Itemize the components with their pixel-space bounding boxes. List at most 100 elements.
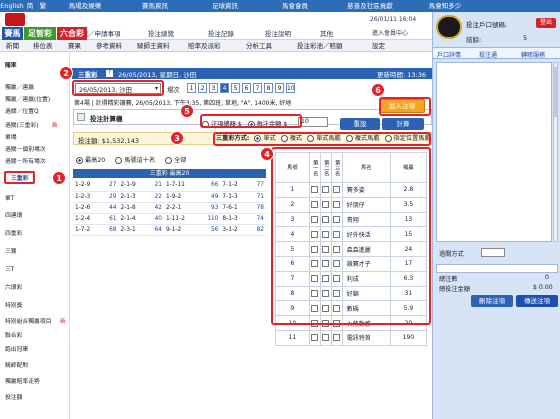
sidebar-item-trifecta[interactable]: 三重彩 — [4, 171, 36, 184]
odds-value[interactable]: 27 — [101, 180, 119, 192]
sidebar-item[interactable]: 單T — [5, 193, 14, 202]
member-link[interactable]: 進入會員中心 — [372, 28, 408, 37]
race-tab[interactable]: 9 — [275, 83, 284, 93]
sidebar-item[interactable]: 過關－所有場次 — [5, 156, 46, 165]
subnav-settings[interactable]: 設定 — [372, 40, 385, 52]
odds-value[interactable]: 82 — [249, 224, 266, 236]
race-tab[interactable]: 10 — [286, 83, 295, 93]
topnav-item[interactable]: 足球資訊 — [190, 0, 260, 12]
odds-value[interactable]: 110 — [198, 213, 221, 225]
topnav-item[interactable]: 馬會知多少 — [410, 0, 480, 12]
subnav-results[interactable]: 賽果 — [68, 40, 81, 52]
race-tab[interactable]: 3 — [209, 83, 218, 93]
help-icon[interactable]: ? — [106, 70, 113, 77]
subnav-tools[interactable]: 分析工具 — [246, 40, 272, 52]
header-link[interactable]: 其他 — [320, 28, 333, 38]
odds-value[interactable]: 21 — [147, 180, 164, 192]
odds-value[interactable]: 71 — [249, 191, 266, 203]
odds-value[interactable]: 66 — [198, 180, 221, 192]
sidebar-item[interactable]: 獨贏／連贏(位置) — [5, 94, 50, 103]
view-radio[interactable] — [165, 156, 173, 164]
odds-value[interactable]: 29 — [101, 191, 119, 203]
odds-value[interactable]: 68 — [101, 224, 119, 236]
odds-value[interactable]: 77 — [249, 180, 266, 192]
topnav-item[interactable]: 馬場及娛樂 — [50, 0, 120, 12]
transfer-link[interactable]: 轉賬服務 — [521, 50, 545, 59]
position-checkbox[interactable] — [311, 334, 319, 342]
odds-value[interactable]: 93 — [198, 202, 221, 214]
sidebar-item[interactable]: 三T — [5, 264, 14, 273]
view-radio[interactable] — [76, 156, 83, 164]
lang-sc[interactable]: 简 — [24, 0, 36, 12]
lang-english[interactable]: English — [0, 0, 24, 12]
subnav-news[interactable]: 新聞 — [6, 40, 19, 52]
topnav-item[interactable]: 慈善及社區貢獻 — [330, 0, 410, 12]
header-link[interactable]: 投注記錄 — [208, 28, 234, 38]
odds-value[interactable]: 74 — [249, 213, 266, 225]
odds-value[interactable]: 42 — [147, 202, 164, 214]
topnav-item[interactable]: 馬會會員 — [260, 0, 330, 12]
sidebar-item[interactable]: 六環彩 — [5, 282, 22, 291]
race-tab[interactable]: 8 — [264, 83, 273, 93]
sidebar-item[interactable]: 過關(三重彩) — [5, 120, 39, 129]
lang-tc[interactable]: 繁 — [36, 0, 50, 12]
multi-select[interactable] — [481, 248, 505, 257]
brand-horse-racing[interactable]: 賽馬 — [2, 27, 23, 40]
sidebar-item[interactable]: 騎師配對 — [5, 360, 28, 369]
sidebar-item[interactable]: 三寶 — [5, 246, 17, 255]
unit-amount-row[interactable] — [436, 264, 558, 273]
header-link[interactable]: 投注總覽 — [148, 28, 174, 38]
sidebar-item[interactable]: 四重彩 — [5, 228, 22, 237]
view-radio[interactable] — [115, 156, 123, 164]
account-detail-link[interactable]: 戶口詳情 — [437, 50, 461, 59]
sidebar-item[interactable]: 特別組合獨贏項目 — [5, 316, 51, 325]
sidebar-item[interactable]: 聯合彩 — [5, 330, 22, 339]
subnav-pools[interactable]: 投注彩池／賠額 — [297, 40, 343, 52]
sidebar-item[interactable]: 特別獎 — [5, 300, 22, 309]
position-checkbox-cell — [308, 329, 321, 346]
odds-value[interactable]: 78 — [249, 202, 266, 214]
scrollbar[interactable] — [553, 62, 558, 242]
position-checkbox[interactable] — [322, 334, 330, 342]
reset-button[interactable]: 重設 — [340, 118, 380, 130]
amount-input[interactable]: 10 — [298, 117, 328, 127]
odds-value[interactable]: 44 — [101, 202, 119, 214]
betslip-list[interactable] — [436, 62, 552, 242]
datetime: 26/01/11 16:04 — [370, 16, 417, 23]
calc-button[interactable]: 計算 — [382, 118, 424, 130]
subnav-odds[interactable]: 賠率及派彩 — [188, 40, 221, 52]
race-tab[interactable]: 4 — [220, 83, 229, 93]
odds-value[interactable]: 40 — [147, 213, 164, 225]
sidebar-item[interactable]: 跑出冠軍 — [5, 344, 28, 353]
sidebar-item[interactable]: 過關／位置Q — [5, 106, 39, 115]
sidebar-item[interactable]: 獨贏／連贏 — [5, 82, 34, 91]
race-tab[interactable]: 5 — [231, 83, 240, 93]
subnav-jockey[interactable]: 騎師王資料 — [137, 40, 170, 52]
horse-name[interactable]: 電訊特首 — [341, 329, 391, 346]
odds-value[interactable]: 64 — [147, 224, 164, 236]
position-checkbox[interactable] — [333, 334, 341, 342]
subnav-info[interactable]: 參考資料 — [96, 40, 122, 52]
subnav-racecard[interactable]: 排位表 — [33, 40, 53, 52]
sidebar-item[interactable]: 獨贏賠率走勢 — [5, 376, 40, 385]
brand-football[interactable]: 足智彩 — [24, 27, 56, 40]
brand-mark6[interactable]: 六合彩 — [57, 27, 87, 40]
sidebar-item[interactable]: 單場 — [5, 132, 17, 141]
race-tab[interactable]: 1 — [187, 83, 196, 93]
race-tab[interactable]: 6 — [242, 83, 251, 93]
betting-link[interactable]: 投注通 — [479, 50, 497, 59]
odds-value[interactable]: 61 — [101, 213, 119, 225]
race-tab[interactable]: 2 — [198, 83, 207, 93]
odds-value[interactable]: 22 — [147, 191, 164, 203]
sidebar-item[interactable]: 投注額 — [5, 392, 22, 401]
send-bet-button[interactable]: 傳送注項 — [516, 295, 558, 307]
delete-bet-button[interactable]: 刪除注項 — [471, 295, 513, 307]
race-tab[interactable]: 7 — [253, 83, 262, 93]
topnav-item[interactable]: 賽馬資訊 — [120, 0, 190, 12]
logout-button[interactable]: 登出 — [536, 18, 556, 28]
odds-value[interactable]: 56 — [198, 224, 221, 236]
header-link[interactable]: 投注說明 — [265, 28, 291, 38]
sidebar-item[interactable]: 過關－個別場次 — [5, 144, 46, 153]
odds-value[interactable]: 49 — [198, 191, 221, 203]
sidebar-item[interactable]: 四連環 — [5, 210, 22, 219]
